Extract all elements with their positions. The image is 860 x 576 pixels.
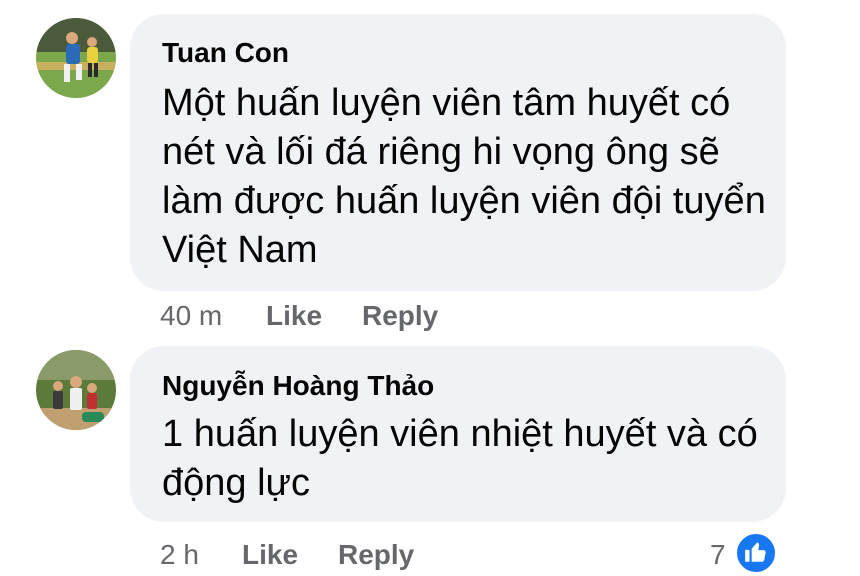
comment-timestamp[interactable]: 40 m bbox=[160, 300, 222, 332]
comment-text-line: Việt Nam bbox=[162, 229, 318, 271]
comment-timestamp[interactable]: 2 h bbox=[160, 539, 199, 571]
avatar[interactable] bbox=[36, 18, 116, 98]
comment-text-line: nét và lối đá riêng hi vọng ông sẽ bbox=[162, 131, 720, 173]
like-button[interactable]: Like bbox=[242, 539, 298, 571]
comment-text: Một huấn luyện viên tâm huyết có nét và … bbox=[162, 79, 766, 275]
reaction-count[interactable]: 7 bbox=[710, 539, 726, 571]
thumbs-up-icon bbox=[745, 542, 766, 562]
comment-author[interactable]: Tuan Con bbox=[162, 37, 289, 69]
reply-button[interactable]: Reply bbox=[338, 539, 414, 571]
comment-text: 1 huấn luyện viên nhiệt huyết và có động… bbox=[162, 410, 758, 508]
comment-text-line: làm được huấn luyện viên đội tuyển bbox=[162, 180, 766, 222]
avatar[interactable] bbox=[36, 350, 116, 430]
comment-text-line: động lực bbox=[162, 462, 310, 504]
group-photo-icon bbox=[36, 350, 116, 430]
comment-text-line: Một huấn luyện viên tâm huyết có bbox=[162, 82, 731, 124]
comment-text-line: 1 huấn luyện viên nhiệt huyết và có bbox=[162, 413, 758, 455]
comment-author[interactable]: Nguyễn Hoàng Thảo bbox=[162, 370, 434, 402]
like-button[interactable]: Like bbox=[266, 300, 322, 332]
reply-button[interactable]: Reply bbox=[362, 300, 438, 332]
soccer-player-photo-icon bbox=[36, 18, 116, 98]
comment-thread: Tuan Con Một huấn luyện viên tâm huyết c… bbox=[0, 0, 860, 576]
reaction-badge[interactable] bbox=[734, 531, 778, 575]
